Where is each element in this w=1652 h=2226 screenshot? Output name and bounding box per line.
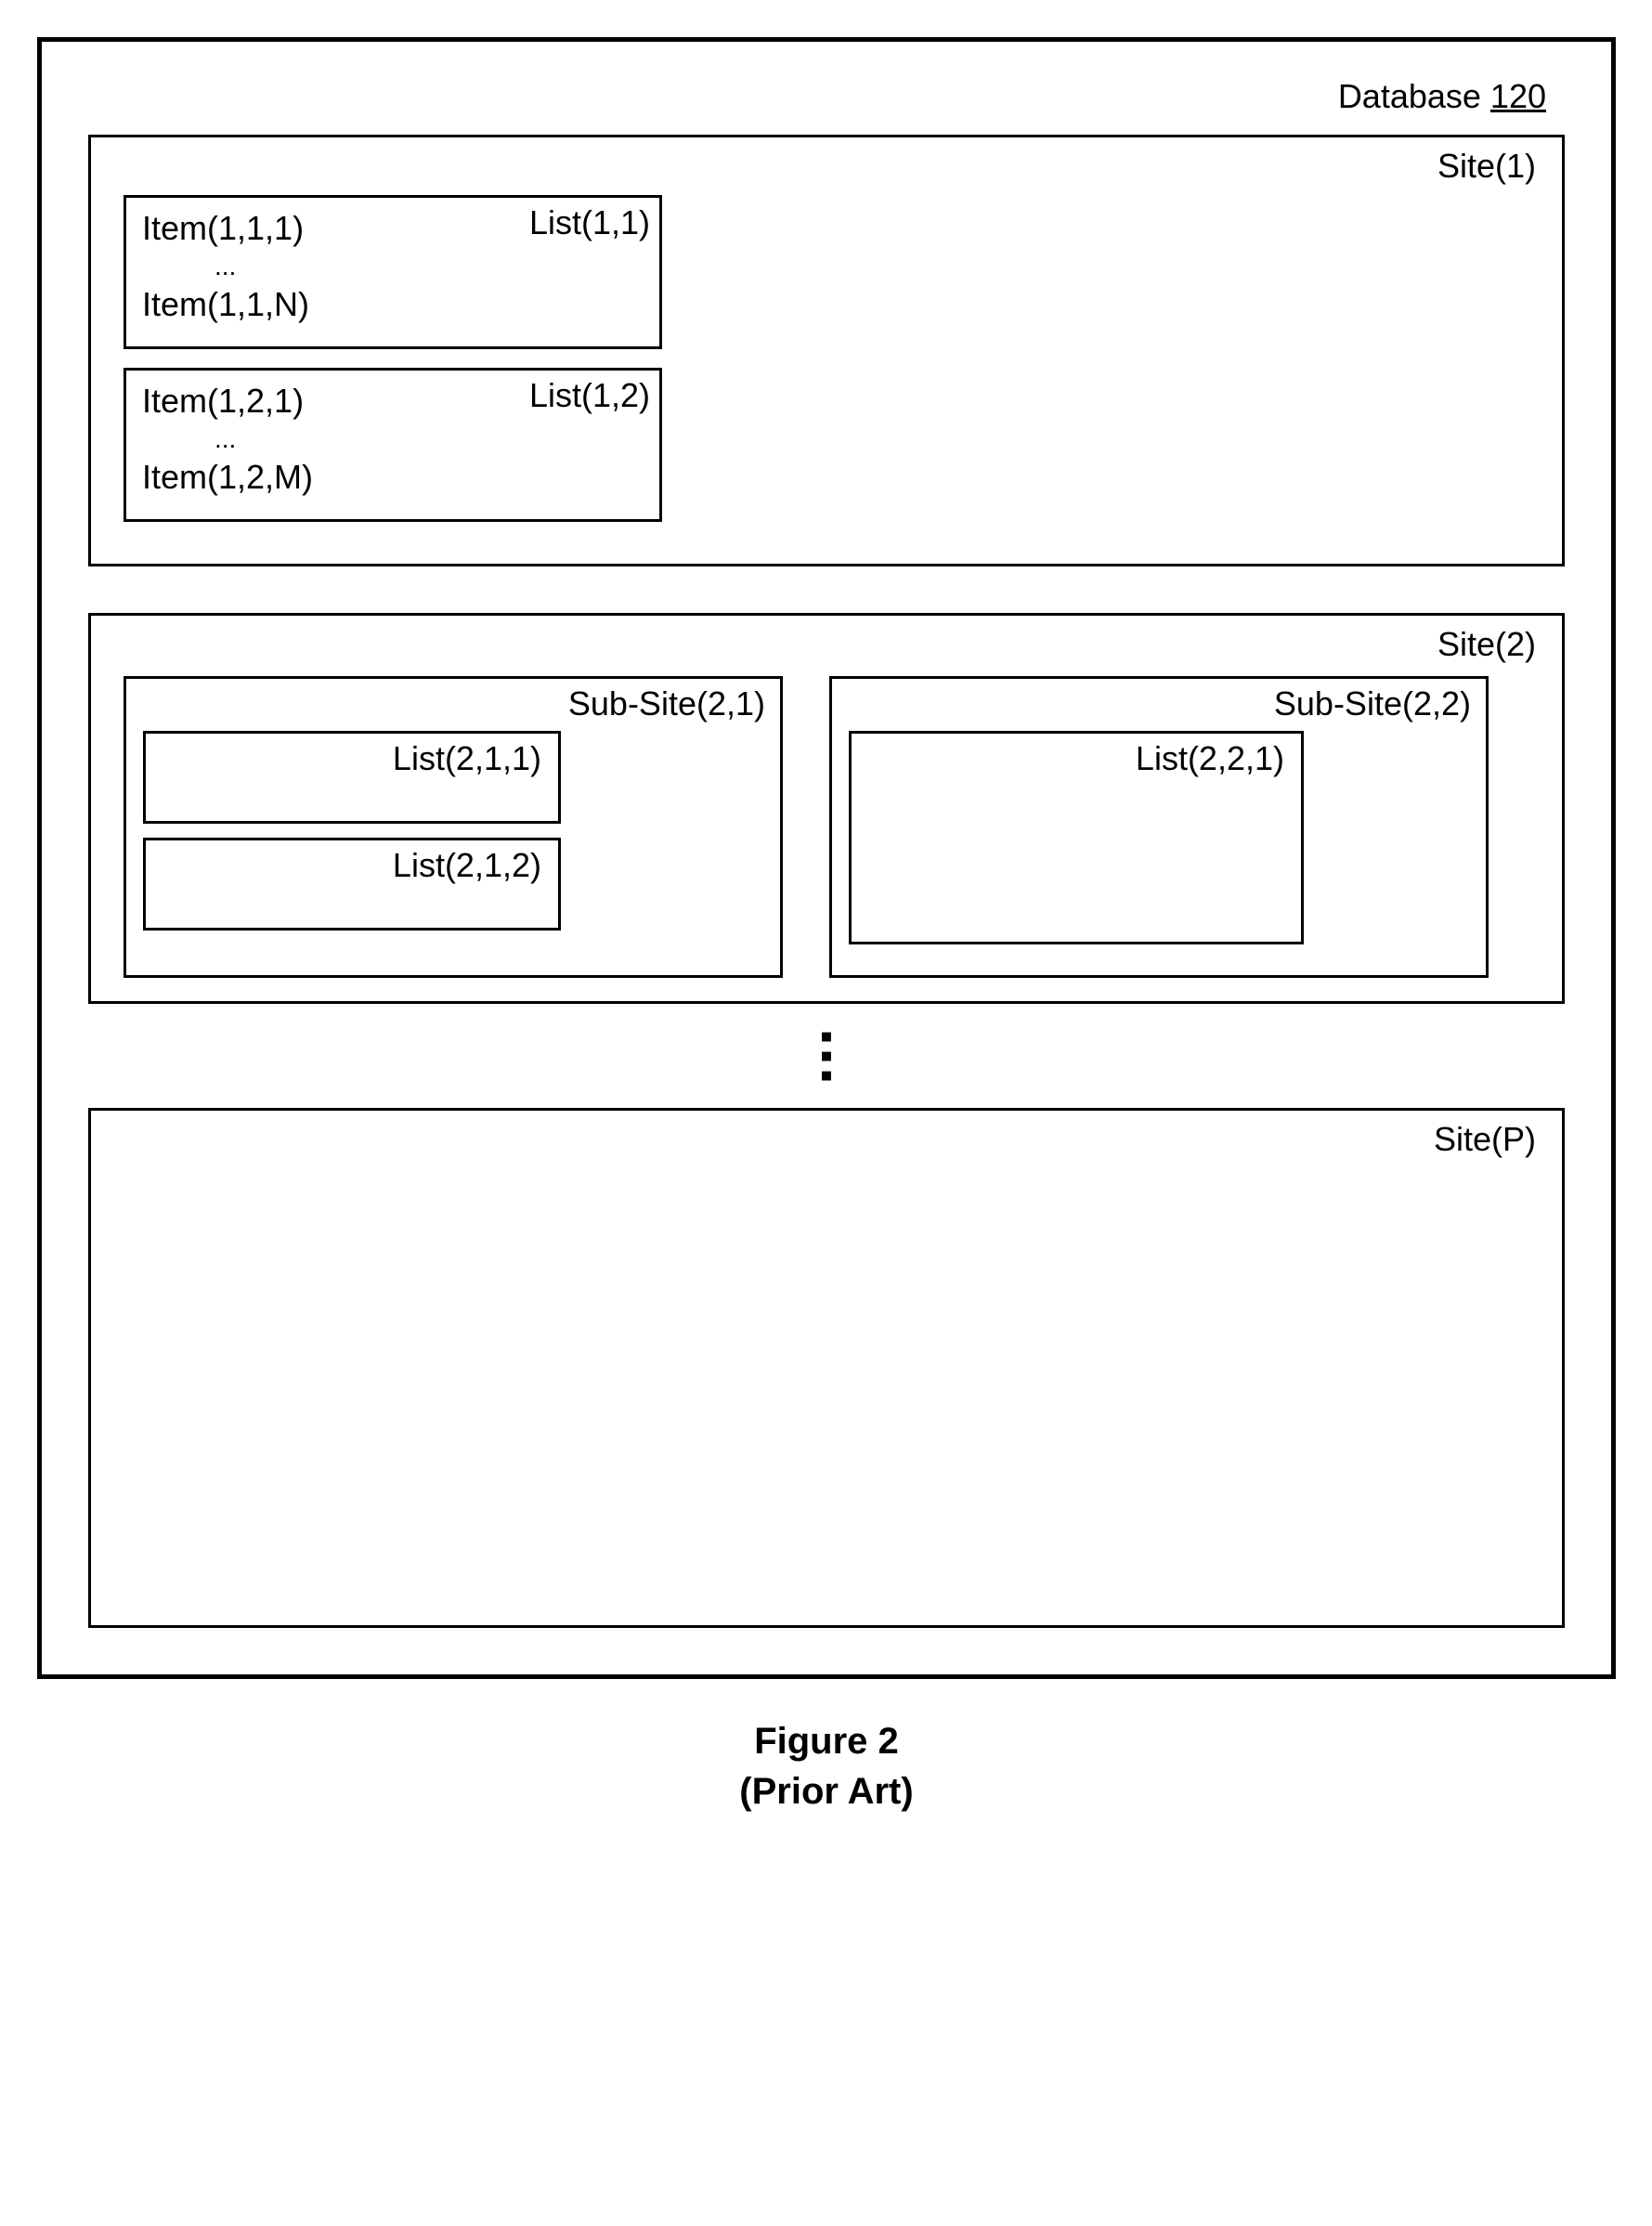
list-1-1-box: List(1,1) Item(1,1,1) ... Item(1,1,N) [124,195,662,349]
item-1-2-m: Item(1,2,M) [140,458,645,497]
site-2-box: Site(2) Sub-Site(2,1) List(2,1,1) List(2… [88,613,1565,1004]
site-p-label: Site(P) [124,1120,1543,1168]
list-1-2-label: List(1,2) [529,376,650,415]
caption-line-1: Figure 2 [37,1716,1616,1766]
site-1-box: Site(1) List(1,1) Item(1,1,1) ... Item(1… [88,135,1565,566]
list-1-1-ellipsis: ... [140,252,645,281]
site-1-label: Site(1) [124,147,1543,195]
item-1-1-n: Item(1,1,N) [140,285,645,324]
database-number: 120 [1490,77,1546,115]
database-label-prefix: Database [1338,77,1490,115]
list-2-1-2-label: List(2,1,2) [157,846,547,885]
subsite-2-1-label: Sub-Site(2,1) [143,684,769,731]
site-p-box: Site(P) [88,1108,1565,1628]
database-label: Database 120 [88,70,1565,135]
subsite-2-2-box: Sub-Site(2,2) List(2,2,1) [829,676,1489,978]
list-2-1-1-box: List(2,1,1) [143,731,561,824]
page-container: Database 120 Site(1) List(1,1) Item(1,1,… [37,37,1616,1816]
caption-line-2: (Prior Art) [37,1766,1616,1816]
vertical-ellipsis: ▪ ▪ ▪ [88,1027,1565,1085]
subsite-row: Sub-Site(2,1) List(2,1,1) List(2,1,2) Su… [124,676,1543,978]
subsite-2-2-label: Sub-Site(2,2) [849,684,1475,731]
list-1-1-label: List(1,1) [529,203,650,242]
list-1-2-box: List(1,2) Item(1,2,1) ... Item(1,2,M) [124,368,662,522]
figure-caption: Figure 2 (Prior Art) [37,1716,1616,1816]
list-2-1-1-label: List(2,1,1) [157,739,547,778]
list-2-2-1-label: List(2,2,1) [863,739,1290,778]
list-2-2-1-box: List(2,2,1) [849,731,1304,944]
list-2-1-2-box: List(2,1,2) [143,838,561,931]
subsite-2-1-box: Sub-Site(2,1) List(2,1,1) List(2,1,2) [124,676,783,978]
dot-3: ▪ [88,1066,1565,1086]
list-1-2-ellipsis: ... [140,424,645,454]
site-2-label: Site(2) [124,625,1543,673]
database-box: Database 120 Site(1) List(1,1) Item(1,1,… [37,37,1616,1679]
